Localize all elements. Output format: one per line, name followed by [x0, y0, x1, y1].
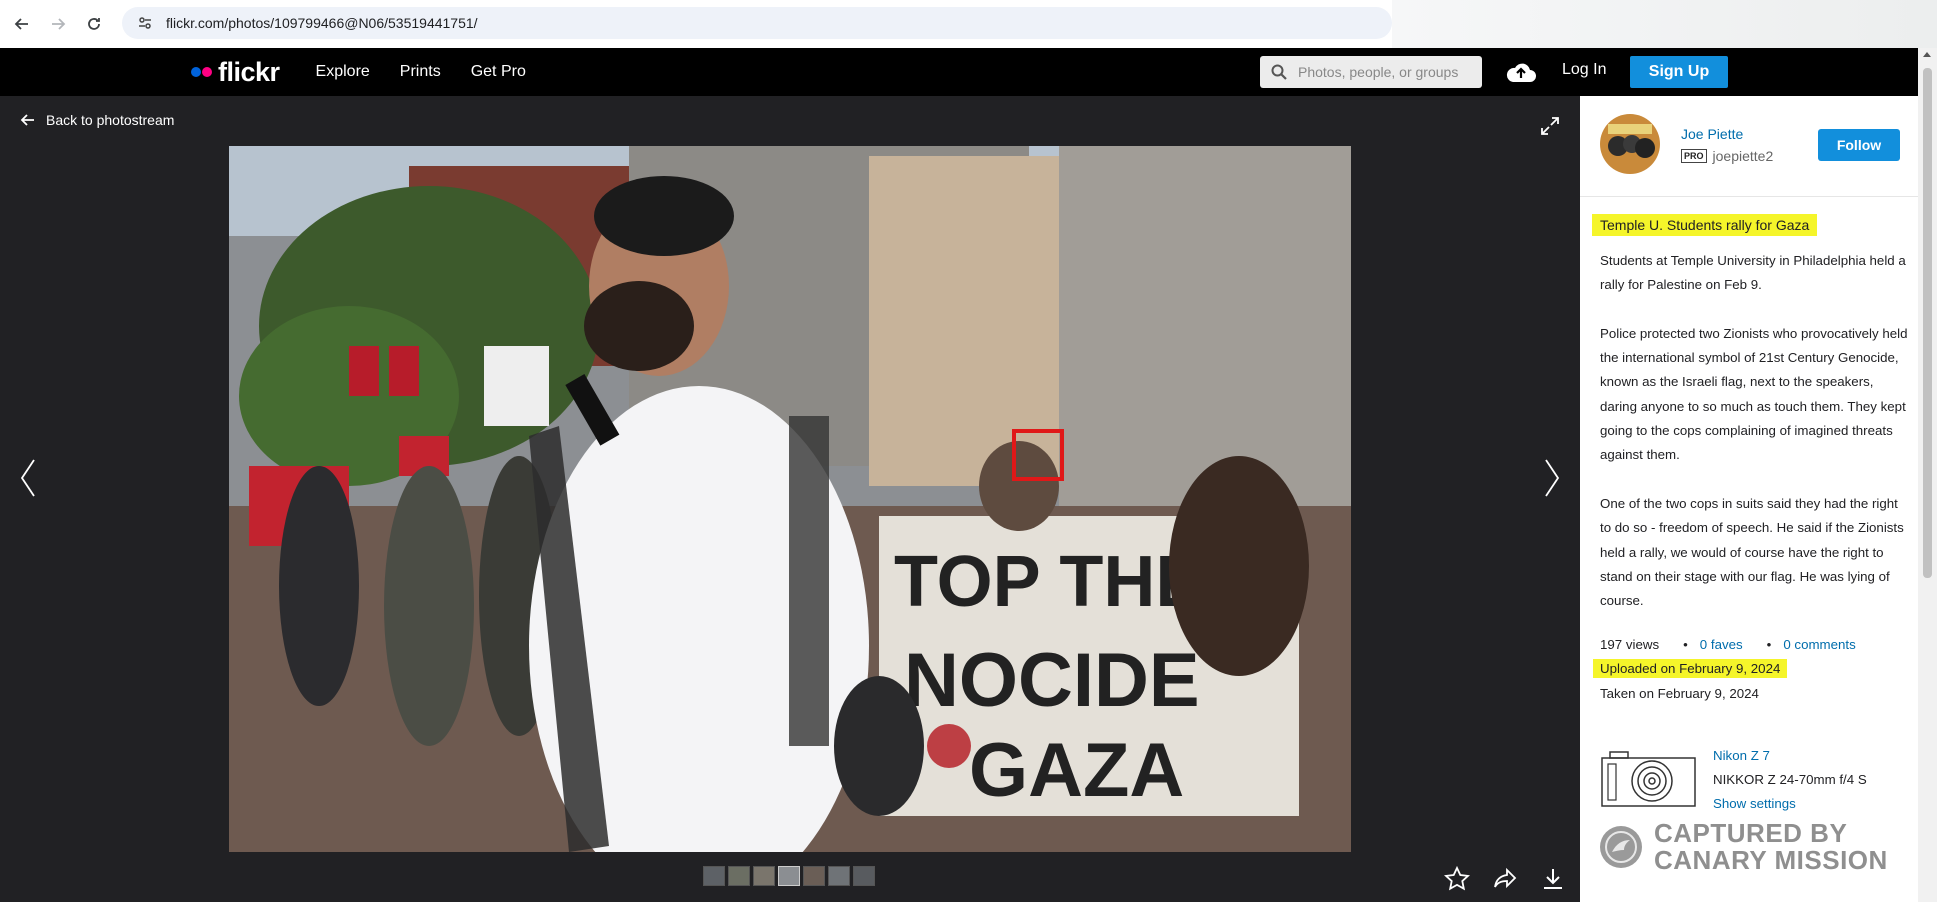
nav-get-pro[interactable]: Get Pro — [471, 63, 526, 81]
forward-arrow-icon[interactable] — [44, 10, 72, 38]
scrollbar-thumb[interactable] — [1923, 68, 1932, 578]
watermark-line-1: CAPTURED BY — [1654, 818, 1848, 848]
views-count: 197 views — [1600, 637, 1660, 652]
pro-badge: PRO — [1681, 149, 1707, 163]
avatar[interactable] — [1600, 114, 1660, 174]
back-arrow-icon[interactable] — [8, 10, 36, 38]
photo-viewer: Back to photostream TOP THE NOCIDE GAZA — [0, 96, 1580, 902]
flickr-logo[interactable]: flickr — [191, 57, 280, 88]
back-to-photostream-link[interactable]: Back to photostream — [20, 112, 174, 128]
thumbnail[interactable] — [853, 866, 875, 886]
address-bar[interactable]: flickr.com/photos/109799466@N06/53519441… — [122, 7, 1392, 39]
photo-title: Temple U. Students rally for Gaza — [1592, 214, 1818, 236]
url-text[interactable]: flickr.com/photos/109799466@N06/53519441… — [166, 15, 478, 31]
thumbnail[interactable] — [828, 866, 850, 886]
thumbnail[interactable] — [728, 866, 750, 886]
svg-text:GAZA: GAZA — [969, 728, 1184, 813]
photo-stats: 197 views • 0 faves • 0 comments — [1600, 637, 1910, 652]
next-photo-icon[interactable] — [1542, 458, 1562, 498]
canary-logo-icon — [1600, 826, 1642, 868]
logo-pink-dot — [202, 67, 212, 77]
browser-extension-area — [1392, 0, 1937, 48]
svg-text:TOP THE: TOP THE — [894, 542, 1203, 622]
search-input[interactable] — [1298, 64, 1478, 80]
nav-explore[interactable]: Explore — [316, 63, 370, 81]
photo-info-sidebar: Joe Piette PRO joepiette2 Follow Temple … — [1580, 96, 1918, 902]
owner-info: Joe Piette PRO joepiette2 — [1600, 114, 1773, 174]
description-paragraph: Students at Temple University in Philade… — [1600, 253, 1906, 293]
main-photo[interactable]: TOP THE NOCIDE GAZA — [229, 146, 1351, 852]
watermark-line-2: CANARY MISSION — [1654, 845, 1888, 875]
photo-actions — [1444, 866, 1588, 892]
download-icon[interactable] — [1540, 866, 1566, 892]
camera-icon — [1601, 751, 1696, 807]
svg-text:NOCIDE: NOCIDE — [904, 638, 1200, 723]
back-label: Back to photostream — [46, 112, 175, 128]
divider — [1580, 196, 1918, 197]
canary-mission-watermark: CAPTURED BY CANARY MISSION — [1598, 820, 1888, 874]
separator: • — [1766, 637, 1772, 652]
description-paragraph: One of the two cops in suits said they h… — [1600, 495, 1904, 609]
scroll-up-arrow-icon[interactable] — [1923, 52, 1931, 57]
star-icon[interactable] — [1444, 866, 1470, 892]
photo-description: Students at Temple University in Philade… — [1600, 249, 1910, 638]
previous-photo-icon[interactable] — [18, 458, 38, 498]
logo-blue-dot — [191, 67, 201, 77]
page-scrollbar[interactable] — [1918, 48, 1937, 902]
search-icon — [1271, 64, 1287, 80]
search-box[interactable] — [1260, 56, 1482, 88]
rally-photo-illustration: TOP THE NOCIDE GAZA — [229, 146, 1351, 852]
logo-wordmark: flickr — [218, 56, 280, 87]
uploaded-date: Uploaded on February 9, 2024 — [1593, 659, 1788, 678]
thumbnail[interactable] — [803, 866, 825, 886]
lens-name: NIKKOR Z 24-70mm f/4 S — [1713, 772, 1867, 787]
thumbnail-strip — [703, 866, 878, 886]
site-header: flickr Explore Prints Get Pro Log In Sig… — [0, 48, 1918, 96]
thumbnail[interactable] — [703, 866, 725, 886]
fullscreen-icon[interactable] — [1540, 116, 1560, 136]
share-icon[interactable] — [1492, 866, 1518, 892]
taken-date: Taken on February 9, 2024 — [1600, 686, 1759, 701]
upload-cloud-icon[interactable] — [1505, 58, 1537, 84]
login-link[interactable]: Log In — [1562, 61, 1606, 79]
browser-toolbar: flickr.com/photos/109799466@N06/53519441… — [0, 0, 1937, 48]
faves-link[interactable]: 0 faves — [1700, 637, 1743, 652]
owner-username: joepiette2 — [1712, 148, 1774, 164]
reload-icon[interactable] — [80, 10, 108, 38]
description-paragraph: Police protected two Zionists who provoc… — [1600, 325, 1908, 463]
thumbnail[interactable] — [753, 866, 775, 886]
separator: • — [1683, 637, 1688, 652]
camera-details: Nikon Z 7 NIKKOR Z 24-70mm f/4 S Show se… — [1713, 744, 1867, 816]
site-info-icon[interactable] — [136, 14, 154, 32]
arrow-left-icon — [20, 114, 34, 126]
show-settings-link[interactable]: Show settings — [1713, 792, 1867, 816]
owner-name-link[interactable]: Joe Piette — [1681, 126, 1773, 142]
nav-prints[interactable]: Prints — [400, 63, 441, 81]
signup-button[interactable]: Sign Up — [1630, 56, 1728, 88]
follow-button[interactable]: Follow — [1818, 129, 1900, 161]
camera-model-link[interactable]: Nikon Z 7 — [1713, 744, 1867, 768]
comments-link[interactable]: 0 comments — [1783, 637, 1855, 652]
thumbnail[interactable] — [778, 866, 800, 886]
